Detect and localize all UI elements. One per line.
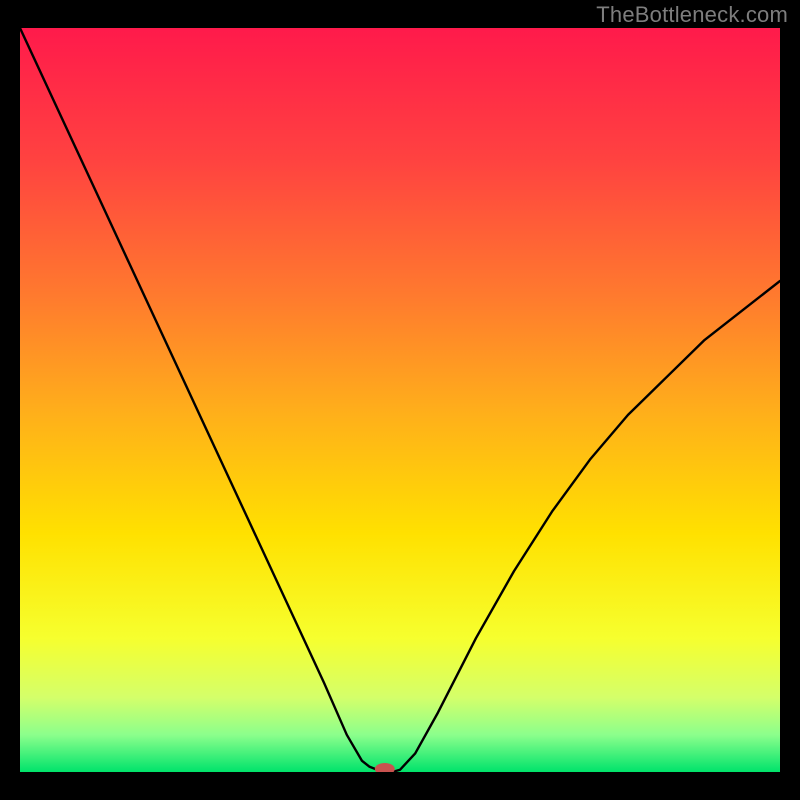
chart-svg — [20, 28, 780, 772]
chart-background — [20, 28, 780, 772]
outer-frame: TheBottleneck.com — [0, 0, 800, 800]
watermark-text: TheBottleneck.com — [596, 2, 788, 28]
plot-area — [20, 28, 780, 772]
